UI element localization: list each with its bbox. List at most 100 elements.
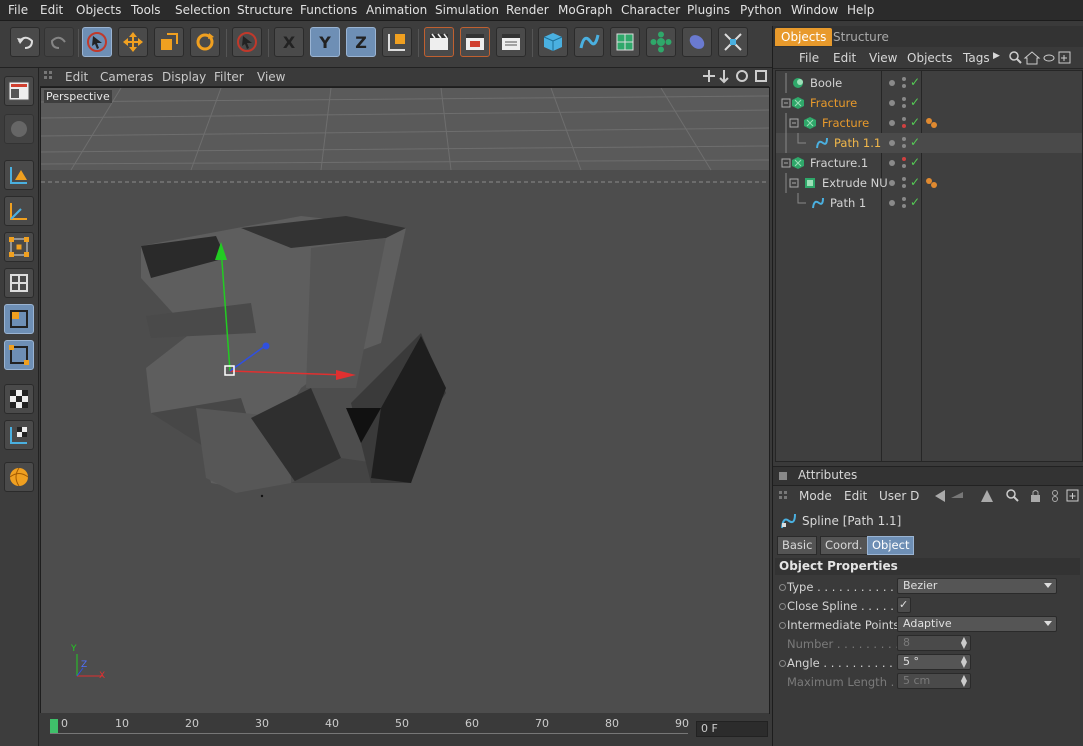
obj-menu-view[interactable]: View <box>869 51 897 65</box>
obj-menu-edit[interactable]: Edit <box>833 51 856 65</box>
menu-tools[interactable]: Tools <box>131 3 161 17</box>
visibility-dot[interactable] <box>889 200 895 206</box>
search-icon[interactable] <box>1009 51 1022 64</box>
object-row-fracture[interactable]: Fracture ✓ <box>776 93 1082 113</box>
maximize-view-icon[interactable] <box>755 70 767 82</box>
viewport-menu-edit[interactable]: Edit <box>65 70 88 84</box>
enabled-check-icon[interactable]: ✓ <box>910 135 920 149</box>
render-visibility-dots[interactable] <box>901 96 907 110</box>
render-view-button[interactable] <box>424 27 454 57</box>
attr-menu-user-data[interactable]: User D <box>879 489 919 503</box>
perspective-viewport[interactable]: Perspective Y Z X <box>40 87 770 714</box>
object-name[interactable]: Fracture.1 <box>810 156 868 170</box>
object-name[interactable]: Fracture <box>822 116 869 130</box>
animate-radio-icon[interactable] <box>779 603 786 610</box>
redo-button[interactable] <box>44 27 74 57</box>
intermediate-points-dropdown[interactable]: Adaptive <box>897 616 1057 632</box>
viewport-camera-label[interactable]: Perspective <box>44 90 112 103</box>
stepper-arrows-icon[interactable]: ▲ ▼ <box>961 636 967 650</box>
menu-selection[interactable]: Selection <box>175 3 230 17</box>
render-to-picture-viewer-button[interactable] <box>460 27 490 57</box>
sculpt-button[interactable] <box>4 462 34 492</box>
menu-python[interactable]: Python <box>740 3 782 17</box>
render-visibility-dots[interactable] <box>901 136 907 150</box>
model-tool-button[interactable] <box>4 160 34 190</box>
forward-arrow-icon[interactable] <box>951 492 963 498</box>
layout-button[interactable] <box>4 76 34 106</box>
search-icon[interactable] <box>1006 489 1019 502</box>
animate-radio-icon[interactable] <box>779 584 786 591</box>
object-name[interactable]: Path 1 <box>830 196 866 210</box>
undo-button[interactable] <box>10 27 40 57</box>
animate-radio-icon[interactable] <box>779 622 786 629</box>
scale-button[interactable] <box>154 27 184 57</box>
timeline[interactable]: 0 10 20 30 40 50 60 70 80 90 0 F <box>40 713 769 746</box>
object-row-fracture-1[interactable]: Fracture.1 ✓ <box>776 153 1082 173</box>
render-visibility-dots[interactable] <box>901 76 907 90</box>
panel-grip-icon[interactable] <box>779 472 787 480</box>
z-axis-lock-button[interactable]: Z <box>346 27 376 57</box>
menu-animation[interactable]: Animation <box>366 3 427 17</box>
object-row-boole[interactable]: Boole ✓ <box>776 73 1082 93</box>
lock-icon[interactable] <box>1031 490 1040 503</box>
attr-menu-edit[interactable]: Edit <box>844 489 867 503</box>
enabled-check-icon[interactable]: ✓ <box>910 75 920 89</box>
subdivision-surface-button[interactable] <box>610 27 640 57</box>
stepper-arrows-icon[interactable]: ▲ ▼ <box>961 674 967 688</box>
menu-file[interactable]: File <box>8 3 28 17</box>
texture-mode-button[interactable] <box>4 384 34 414</box>
enabled-check-icon[interactable]: ✓ <box>910 195 920 209</box>
obj-menu-tags[interactable]: Tags <box>963 51 990 65</box>
visibility-dot[interactable] <box>889 100 895 106</box>
object-row-path-1-1[interactable]: Path 1.1 ✓ <box>776 133 1082 153</box>
render-visibility-dots[interactable] <box>901 176 907 190</box>
enabled-check-icon[interactable]: ✓ <box>910 95 920 109</box>
up-arrow-icon[interactable] <box>981 490 993 502</box>
menu-window[interactable]: Window <box>791 3 838 17</box>
camera-button[interactable] <box>718 27 748 57</box>
visibility-dot[interactable] <box>889 140 895 146</box>
move-button[interactable] <box>118 27 148 57</box>
menu-character[interactable]: Character <box>621 3 680 17</box>
link-icon[interactable] <box>1052 490 1058 502</box>
zoom-icon[interactable] <box>719 70 729 84</box>
object-name[interactable]: Extrude NU <box>822 176 888 190</box>
tab-objects[interactable]: Objects <box>775 28 833 46</box>
object-name[interactable]: Boole <box>810 76 842 90</box>
recent-tools-button[interactable] <box>232 27 262 57</box>
render-visibility-dots[interactable] <box>901 196 907 210</box>
render-visibility-dots[interactable] <box>901 156 907 170</box>
attr-menu-mode[interactable]: Mode <box>799 489 832 503</box>
close-spline-checkbox[interactable]: ✓ <box>897 597 911 613</box>
new-window-icon[interactable] <box>1058 51 1071 64</box>
visibility-dot[interactable] <box>889 180 895 186</box>
menu-overflow-arrow-icon[interactable]: ▶ <box>993 51 1000 61</box>
menu-structure[interactable]: Structure <box>237 3 293 17</box>
tab-structure[interactable]: Structure <box>827 28 895 46</box>
material-tag-icon[interactable] <box>924 176 938 190</box>
edges-mode-button[interactable] <box>4 268 34 298</box>
enabled-check-icon[interactable]: ✓ <box>910 155 920 169</box>
visibility-dot[interactable] <box>889 160 895 166</box>
viewport-menu-view[interactable]: View <box>257 70 285 84</box>
points-mode-button[interactable] <box>4 232 34 262</box>
object-row-extrude[interactable]: Extrude NU ✓ <box>776 173 1082 193</box>
attr-tab-basic[interactable]: Basic <box>777 536 818 555</box>
attr-tab-coord[interactable]: Coord. <box>820 536 868 555</box>
obj-menu-file[interactable]: File <box>799 51 819 65</box>
object-row-fracture-child[interactable]: Fracture ✓ <box>776 113 1082 133</box>
viewport-menu-filter[interactable]: Filter <box>214 70 244 84</box>
maximum-length-field[interactable]: 5 cm ▲ ▼ <box>897 673 971 689</box>
coordinate-system-button[interactable] <box>382 27 412 57</box>
enabled-check-icon[interactable]: ✓ <box>910 175 920 189</box>
type-dropdown[interactable]: Bezier <box>897 578 1057 594</box>
stepper-arrows-icon[interactable]: ▲ ▼ <box>961 655 967 669</box>
viewport-menu-cameras[interactable]: Cameras <box>100 70 153 84</box>
deformer-button[interactable] <box>682 27 712 57</box>
polygons-mode-button[interactable] <box>4 304 34 334</box>
rotate-button[interactable] <box>190 27 220 57</box>
visibility-dot[interactable] <box>889 120 895 126</box>
fractured-object[interactable] <box>141 216 446 493</box>
playhead[interactable] <box>50 719 58 733</box>
x-axis-lock-button[interactable]: X <box>274 27 304 57</box>
